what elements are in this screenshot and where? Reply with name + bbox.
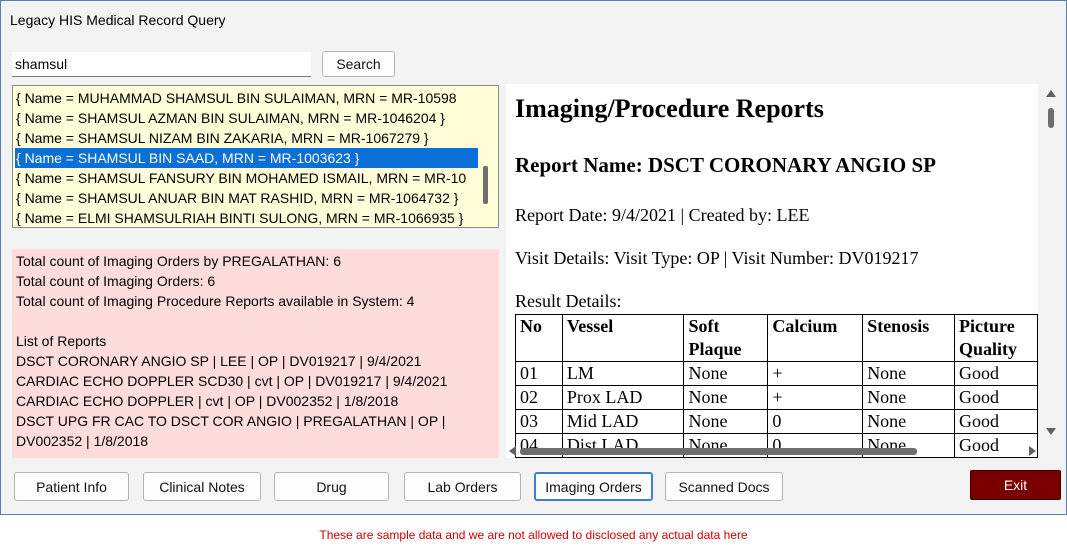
imaging-summary-panel: Total count of Imaging Orders by PREGALA… (12, 249, 499, 458)
col-picture-quality: Picture Quality (954, 314, 1038, 362)
cell: Mid LAD (561, 409, 685, 434)
report-list-item: CARDIAC ECHO DOPPLER | cvt | OP | DV0023… (16, 393, 399, 409)
drug-button[interactable]: Drug (274, 472, 389, 501)
result-table-header: No Vessel Soft Plaque Calcium Stenosis P… (515, 314, 1038, 362)
patient-list-item[interactable]: { Name = MUHAMMAD SHAMSUL BIN SULAIMAN, … (15, 88, 478, 108)
cell: Good (954, 409, 1038, 434)
title-bar: Legacy HIS Medical Record Query (1, 1, 1066, 39)
cell: None (862, 409, 956, 434)
patient-list-item[interactable]: { Name = SHAMSUL NIZAM BIN ZAKARIA, MRN … (15, 128, 478, 148)
patient-list-item[interactable]: { Name = SHAMSUL BIN SAAD, MRN = MR-1003… (15, 148, 478, 168)
imaging-orders-button[interactable]: Imaging Orders (534, 472, 653, 501)
report-viewer[interactable]: Imaging/Procedure Reports Report Name: D… (506, 84, 1038, 458)
cell: Good (954, 361, 1038, 386)
report-horizontal-scrollbar[interactable] (506, 443, 1041, 459)
table-row: 01 LM None + None Good (515, 361, 1038, 386)
patient-list-item[interactable]: { Name = SHAMSUL AZMAN BIN SULAIMAN, MRN… (15, 108, 478, 128)
patient-info-button[interactable]: Patient Info (14, 472, 129, 501)
cell: None (683, 409, 769, 434)
patient-list[interactable]: { Name = MUHAMMAD SHAMSUL BIN SULAIMAN, … (12, 85, 499, 228)
count-orders: Total count of Imaging Orders: 6 (16, 273, 216, 289)
table-row: 02 Prox LAD None + None Good (515, 385, 1038, 410)
patient-list-item[interactable]: { Name = ELMI SHAMSULRIAH BINTI SULONG, … (15, 208, 478, 227)
clinical-notes-button[interactable]: Clinical Notes (143, 472, 261, 501)
cell: LM (561, 361, 685, 386)
report-vertical-scrollbar[interactable] (1043, 86, 1060, 442)
result-details-label: Result Details: (515, 291, 622, 311)
col-calcium: Calcium (767, 314, 864, 362)
col-soft-plaque: Soft Plaque (683, 314, 769, 362)
report-list-heading: List of Reports (16, 333, 107, 349)
report-date: Report Date: 9/4/2021 | Created by: LEE (515, 205, 810, 225)
result-table: No Vessel Soft Plaque Calcium Stenosis P… (515, 314, 1038, 458)
patient-list-item[interactable]: { Name = SHAMSUL FANSURY BIN MOHAMED ISM… (15, 168, 478, 188)
col-no: No (515, 314, 563, 362)
report-list-item: CARDIAC ECHO DOPPLER SCD30 | cvt | OP | … (16, 373, 448, 389)
scroll-right-arrow-icon[interactable] (1029, 446, 1036, 456)
cell: Good (954, 385, 1038, 410)
cell: + (767, 361, 864, 386)
cell: 03 (515, 409, 563, 434)
report-name: Report Name: DSCT CORONARY ANGIO SP (515, 153, 937, 177)
scroll-up-arrow-icon[interactable] (1046, 90, 1056, 97)
cell: None (862, 385, 956, 410)
col-stenosis: Stenosis (862, 314, 956, 362)
report-list-item: DSCT UPG FR CAC TO DSCT COR ANGIO | PREG… (16, 413, 446, 449)
report-heading: Imaging/Procedure Reports (515, 94, 824, 123)
vertical-scroll-thumb[interactable] (1048, 108, 1054, 128)
search-input[interactable] (12, 52, 311, 77)
search-button[interactable]: Search (322, 51, 395, 77)
cell: 02 (515, 385, 563, 410)
col-vessel: Vessel (561, 314, 685, 362)
cell: Prox LAD (561, 385, 685, 410)
cell: None (683, 385, 769, 410)
visit-details: Visit Details: Visit Type: OP | Visit Nu… (515, 248, 919, 268)
sample-data-notice: These are sample data and we are not all… (319, 528, 748, 542)
exit-button[interactable]: Exit (970, 470, 1061, 500)
cell: None (683, 361, 769, 386)
cell: None (862, 361, 956, 386)
scanned-docs-button[interactable]: Scanned Docs (665, 472, 783, 501)
list-scrollbar-thumb[interactable] (483, 166, 488, 204)
report-list-item: DSCT CORONARY ANGIO SP | LEE | OP | DV01… (16, 353, 422, 369)
count-reports: Total count of Imaging Procedure Reports… (16, 293, 415, 309)
window-title: Legacy HIS Medical Record Query (10, 12, 226, 28)
cell: + (767, 385, 864, 410)
scroll-down-arrow-icon[interactable] (1046, 428, 1056, 435)
cell: 0 (767, 409, 864, 434)
cell: 01 (515, 361, 563, 386)
lab-orders-button[interactable]: Lab Orders (404, 472, 521, 501)
count-by-user: Total count of Imaging Orders by PREGALA… (16, 253, 341, 269)
scroll-left-arrow-icon[interactable] (509, 446, 516, 456)
table-row: 03 Mid LAD None 0 None Good (515, 409, 1038, 434)
patient-list-item[interactable]: { Name = SHAMSUL ANUAR BIN MAT RASHID, M… (15, 188, 478, 208)
horizontal-scroll-thumb[interactable] (520, 448, 917, 455)
